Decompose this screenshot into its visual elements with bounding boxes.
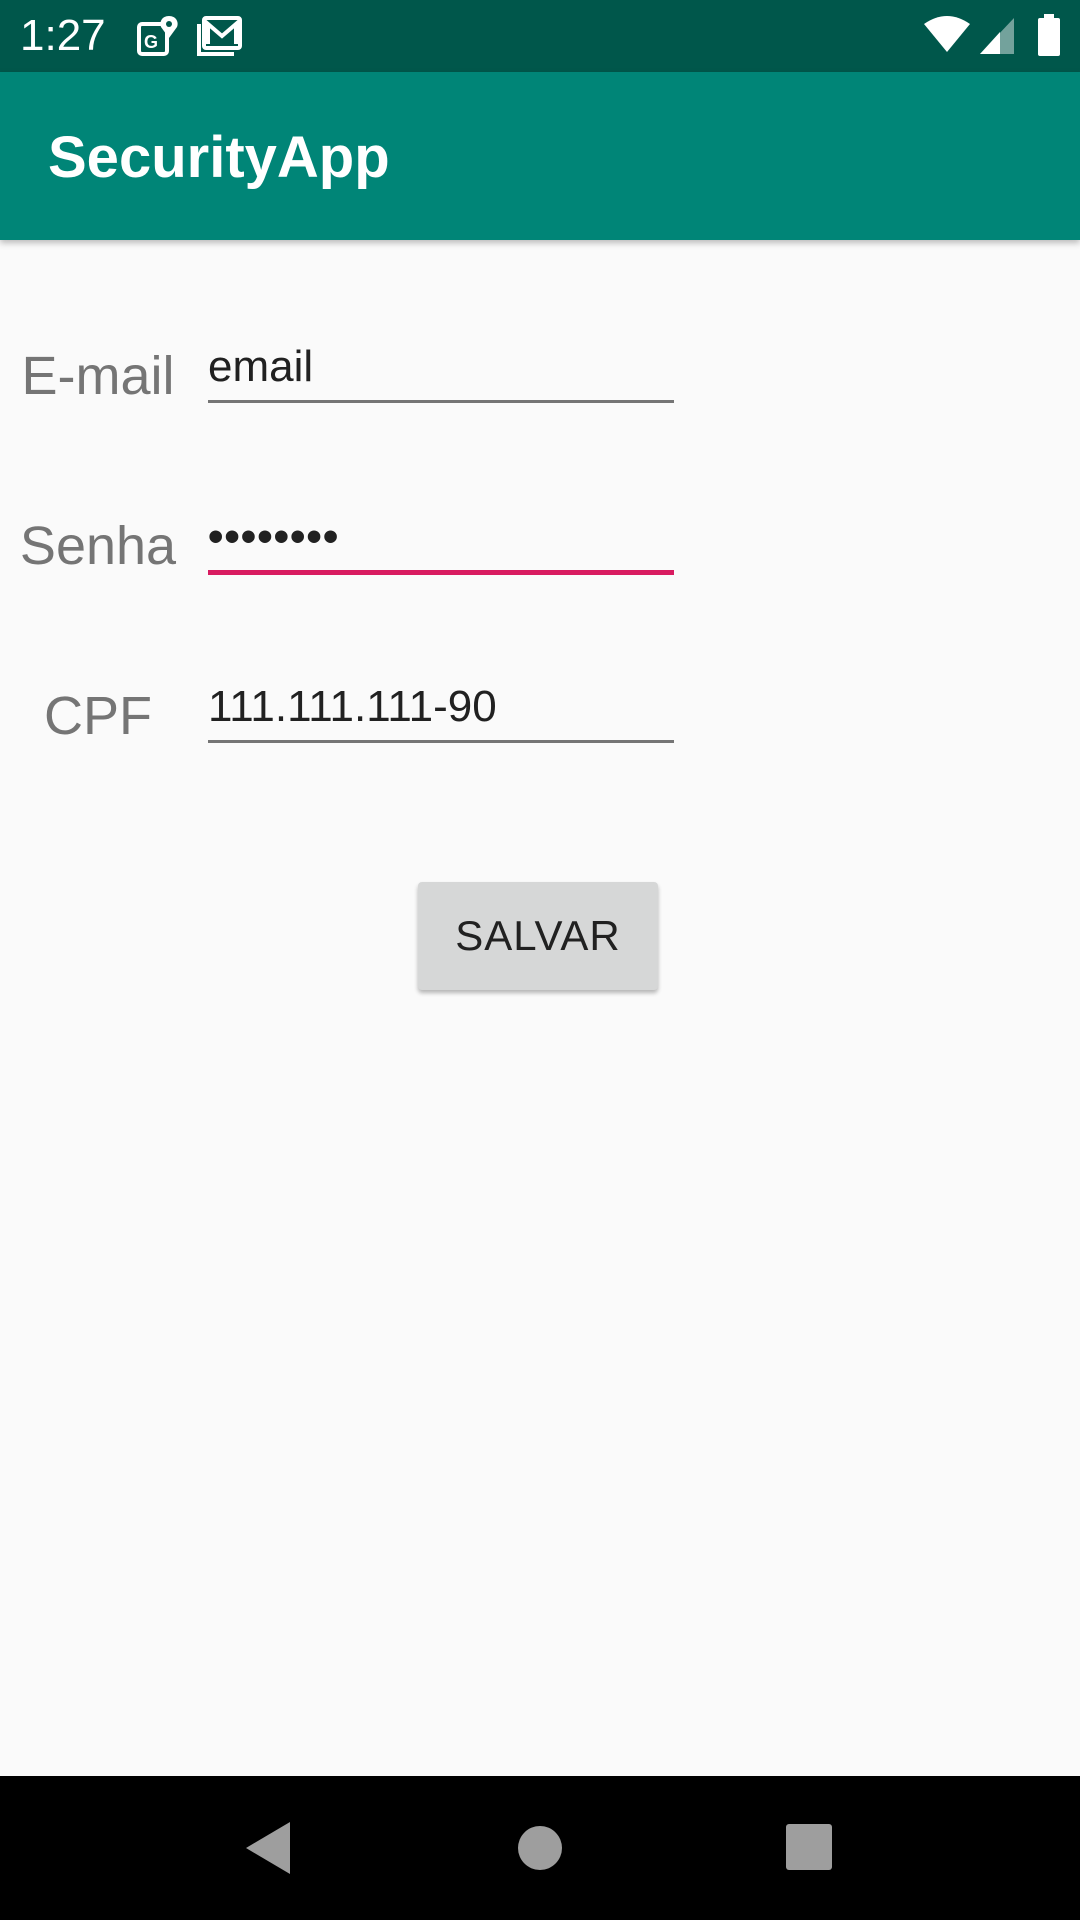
- email-row: E-mail email: [0, 330, 1080, 450]
- email-field-value: email: [208, 342, 314, 391]
- wifi-icon: [924, 16, 970, 52]
- email-field[interactable]: email: [208, 330, 674, 403]
- app-bar: SecurityApp: [0, 72, 1080, 240]
- cpf-field[interactable]: 111.111.111-90: [208, 670, 674, 743]
- password-row: Senha ••••••••: [0, 500, 1080, 620]
- battery-icon: [1038, 14, 1060, 56]
- cpf-label: CPF: [44, 686, 152, 746]
- maps-notification-icon: G: [137, 16, 178, 56]
- navigation-bar: [0, 1776, 1080, 1920]
- app-title: SecurityApp: [48, 125, 390, 190]
- screen: 1:27 G SecurityApp E-mail email Senha ••…: [0, 0, 1080, 1920]
- status-bar: 1:27 G: [0, 0, 1080, 72]
- email-label: E-mail: [21, 346, 175, 406]
- recents-icon[interactable]: [774, 1812, 846, 1884]
- status-time: 1:27: [20, 11, 106, 60]
- home-icon[interactable]: [504, 1812, 576, 1884]
- save-button[interactable]: SALVAR: [418, 882, 658, 990]
- password-label: Senha: [19, 516, 177, 576]
- password-field[interactable]: ••••••••: [208, 500, 674, 575]
- cpf-row: CPF 111.111.111-90: [0, 670, 1080, 790]
- password-field-value: ••••••••: [208, 512, 340, 561]
- cell-signal-icon: [980, 18, 1014, 54]
- gmail-notification-icon: [197, 16, 242, 56]
- cpf-field-value: 111.111.111-90: [208, 682, 497, 731]
- svg-text:G: G: [144, 32, 158, 52]
- back-icon[interactable]: [232, 1812, 304, 1884]
